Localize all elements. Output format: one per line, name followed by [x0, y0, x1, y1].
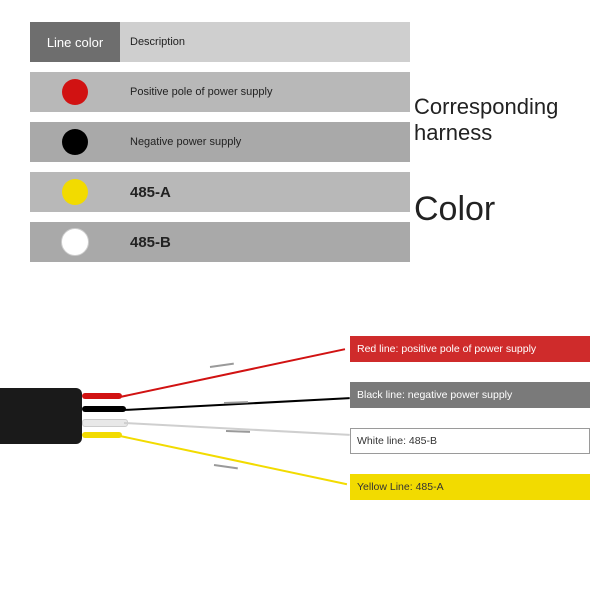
swatch-cell: [30, 122, 120, 162]
swatch-black: [62, 129, 88, 155]
wire-yellow-tip: [214, 464, 238, 469]
desc-white: 485-B: [120, 222, 410, 262]
swatch-yellow: [62, 179, 88, 205]
label-white: White line: 485-B: [350, 428, 590, 454]
header-description: Description: [120, 22, 410, 62]
stub-white: [82, 419, 128, 427]
table-row: 485-A: [30, 172, 410, 212]
desc-black: Negative power supply: [120, 122, 410, 162]
wire-black: [124, 397, 350, 411]
wire-red: [120, 348, 345, 398]
table-header-row: Line color Description: [30, 22, 410, 62]
side-text-line1: Corresponding: [414, 94, 558, 120]
stub-black: [82, 406, 126, 412]
swatch-cell: [30, 222, 120, 262]
side-text-line2: harness: [414, 120, 492, 146]
table-row: Positive pole of power supply: [30, 72, 410, 112]
side-text-line3: Color: [414, 190, 495, 229]
wire-red-tip: [210, 363, 234, 368]
table-row: 485-B: [30, 222, 410, 262]
swatch-red: [62, 79, 88, 105]
header-line-color: Line color: [30, 22, 120, 62]
desc-yellow: 485-A: [120, 172, 410, 212]
swatch-cell: [30, 172, 120, 212]
stub-yellow: [82, 432, 122, 438]
wire-yellow: [120, 435, 347, 485]
desc-red: Positive pole of power supply: [120, 72, 410, 112]
label-black: Black line: negative power supply: [350, 382, 590, 408]
label-red: Red line: positive pole of power supply: [350, 336, 590, 362]
swatch-cell: [30, 72, 120, 112]
table-row: Negative power supply: [30, 122, 410, 162]
diagram-root: Line color Description Positive pole of …: [0, 0, 600, 600]
wire-white-tip: [226, 430, 250, 433]
swatch-white: [61, 228, 89, 256]
cable-sheath: [0, 388, 82, 444]
wire-white: [124, 422, 350, 436]
label-yellow: Yellow Line: 485-A: [350, 474, 590, 500]
stub-red: [82, 393, 122, 399]
